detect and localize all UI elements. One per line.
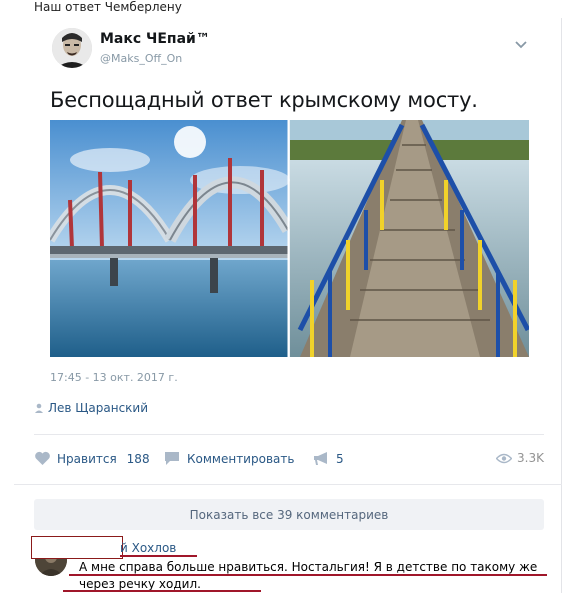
comment-icon [165, 452, 179, 465]
tweet-text: Беспощадный ответ крымскому мосту. [50, 88, 478, 112]
show-all-comments-button[interactable]: Показать все 39 комментариев [34, 499, 544, 530]
comment-button[interactable]: Комментировать [164, 451, 294, 466]
tweet-timestamp[interactable]: 17:45 - 13 окт. 2017 г. [50, 371, 178, 384]
heart-icon [35, 451, 50, 465]
divider [14, 484, 562, 485]
card-edge [561, 18, 562, 593]
repost-source[interactable]: Лев Щаранский [34, 401, 148, 415]
share-count: 5 [336, 451, 344, 466]
megaphone-icon [314, 452, 327, 465]
like-label: Нравится [57, 451, 117, 466]
tweet-author-name[interactable]: Макс ЧЕпай™ [100, 31, 210, 47]
views-count: 3.3K [517, 451, 544, 465]
redaction-box [31, 536, 123, 559]
comment-author-name[interactable]: й Хохлов [120, 541, 176, 555]
annotation-underline [69, 574, 547, 576]
repost-author-name[interactable]: Лев Щаранский [48, 401, 148, 415]
like-count: 188 [126, 451, 150, 466]
tweet-photo[interactable] [50, 120, 529, 357]
tweet-author-handle[interactable]: @Maks_Off_On [100, 52, 182, 65]
annotation-underline [63, 590, 261, 592]
share-button[interactable]: 5 [313, 451, 344, 466]
person-icon [35, 403, 43, 413]
post-actions: Нравится 188 Комментировать 5 3.3K [34, 451, 544, 469]
eye-icon [496, 453, 513, 463]
like-button[interactable]: Нравится 188 [34, 451, 150, 466]
views-counter: 3.3K [496, 451, 544, 465]
tweet-author-avatar[interactable] [52, 28, 92, 68]
post-title: Наш ответ Чемберлену [34, 0, 182, 14]
comment-label: Комментировать [187, 451, 295, 466]
divider [34, 434, 544, 435]
comment-text: А мне справа больше нравиться. Ностальги… [79, 560, 538, 591]
annotation-underline [120, 555, 197, 557]
chevron-down-icon[interactable] [514, 40, 528, 50]
